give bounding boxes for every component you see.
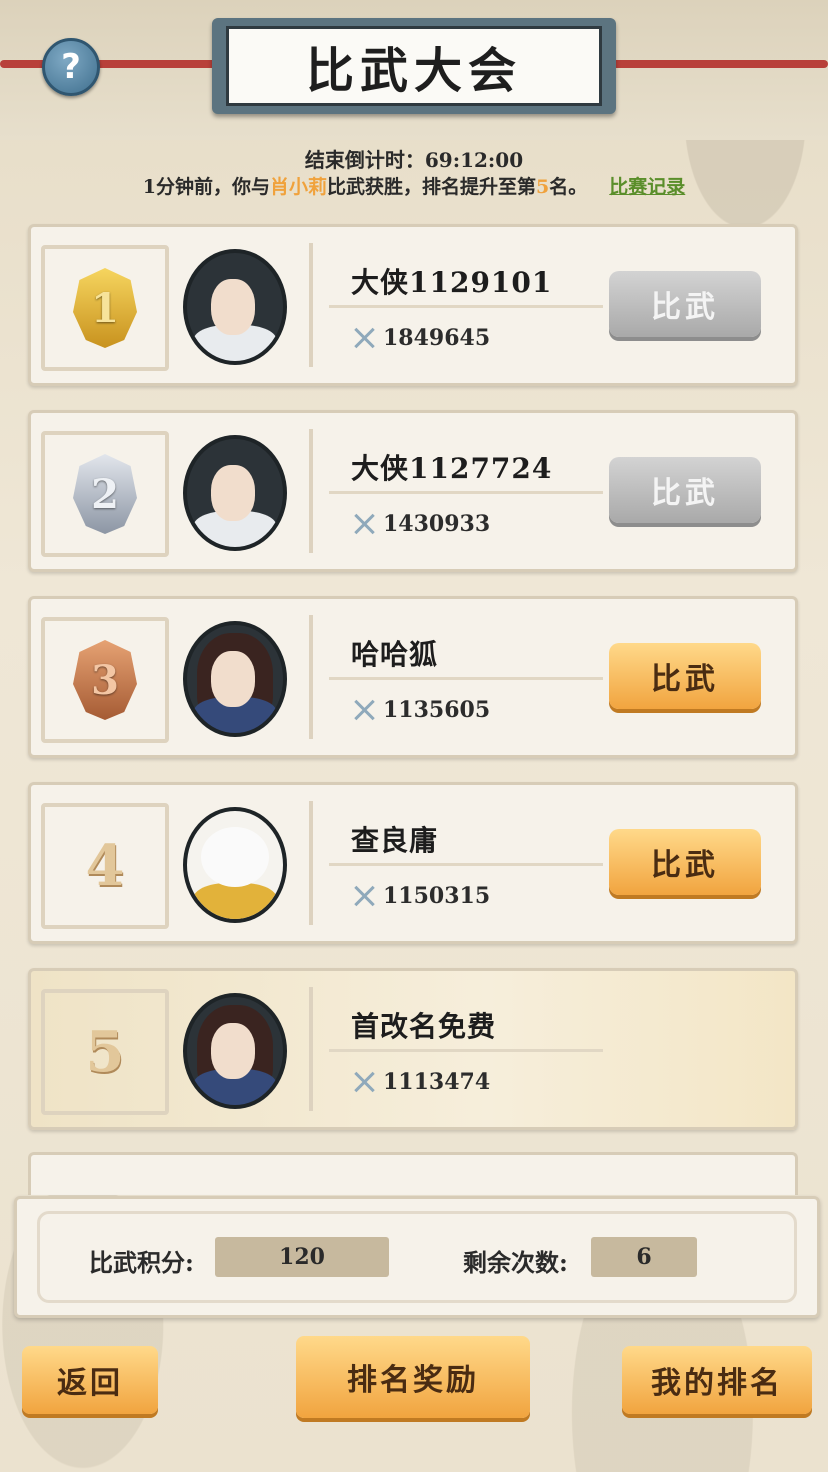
power-value: 1849645	[383, 325, 491, 351]
title-plaque: 比武大会	[212, 18, 616, 114]
back-button[interactable]: 返回	[22, 1346, 158, 1414]
ranking-card-4: 4 查良庸 1150315 比武	[28, 782, 798, 944]
rope-left	[0, 60, 230, 68]
ranking-card-3: 3 哈哈狐 1135605 比武	[28, 596, 798, 758]
avatar[interactable]	[183, 993, 287, 1109]
player-name: 查良庸	[351, 824, 439, 857]
power-value: 1135605	[383, 697, 491, 723]
rope-right	[590, 60, 828, 68]
page-title: 比武大会	[226, 26, 602, 106]
player-power: 1849645	[353, 325, 490, 351]
bronze-medal-icon: 3	[73, 640, 137, 720]
points-label: 比武积分:	[89, 1248, 194, 1277]
avatar[interactable]	[183, 621, 287, 737]
player-power: 1150315	[353, 883, 490, 909]
rank-number: 5	[85, 1019, 125, 1085]
power-value: 1113474	[383, 1069, 491, 1095]
power-value: 1150315	[383, 883, 491, 909]
fight-button[interactable]: 比武	[609, 643, 761, 709]
msg-prefix: 1分钟前，你与	[142, 176, 270, 198]
fight-button[interactable]: 比武	[609, 457, 761, 523]
rank-box: 4	[41, 803, 169, 929]
player-name: 首改名免费	[351, 1010, 497, 1043]
rank-number: 4	[85, 833, 125, 899]
crossed-swords-icon	[353, 513, 375, 535]
rank-box: 5	[41, 989, 169, 1115]
crossed-swords-icon	[353, 699, 375, 721]
countdown: 结束倒计时：69:12:00	[0, 144, 828, 173]
battle-message: 1分钟前，你与肖小莉比武获胜，排名提升至第5名。 比赛记录	[0, 172, 828, 199]
crossed-swords-icon	[353, 1071, 375, 1093]
avatar[interactable]	[183, 435, 287, 551]
msg-suffix: 名。	[549, 176, 588, 198]
player-power: 1135605	[353, 697, 490, 723]
crossed-swords-icon	[353, 885, 375, 907]
avatar[interactable]	[183, 807, 287, 923]
msg-middle: 比武获胜，排名提升至第	[326, 176, 536, 198]
msg-rank: 5	[536, 176, 550, 198]
silver-medal-icon: 2	[73, 454, 137, 534]
stats-panel: 比武积分: 120 剩余次数: 6	[14, 1196, 820, 1318]
rank-rewards-button[interactable]: 排名奖励	[296, 1336, 530, 1418]
ranking-card-self: 5 首改名免费 1113474	[28, 968, 798, 1130]
gold-medal-icon: 1	[73, 268, 137, 348]
rank-box: 3	[41, 617, 169, 743]
msg-opponent: 肖小莉	[269, 176, 327, 198]
my-rank-button[interactable]: 我的排名	[622, 1346, 812, 1414]
help-icon[interactable]: ?	[42, 38, 100, 96]
player-name: 大侠1129101	[351, 266, 553, 299]
avatar[interactable]	[183, 249, 287, 365]
player-power: 1430933	[353, 511, 490, 537]
rank-box: 2	[41, 431, 169, 557]
player-power: 1113474	[353, 1069, 490, 1095]
rank-box: 1	[41, 245, 169, 371]
remaining-value: 6	[591, 1237, 697, 1277]
crossed-swords-icon	[353, 327, 375, 349]
countdown-value: 69:12:00	[424, 148, 524, 172]
power-value: 1430933	[383, 511, 491, 537]
ranking-card-2: 2 大侠1127724 1430933 比武	[28, 410, 798, 572]
countdown-label: 结束倒计时：	[304, 148, 425, 172]
remaining-label: 剩余次数:	[463, 1248, 568, 1277]
player-name: 大侠1127724	[351, 452, 553, 485]
ranking-card-1: 1 大侠1129101 1849645 比武	[28, 224, 798, 386]
points-value: 120	[215, 1237, 389, 1277]
ranking-card-partial	[28, 1152, 798, 1195]
match-record-link[interactable]: 比赛记录	[609, 176, 685, 198]
player-name: 哈哈狐	[351, 638, 439, 671]
fight-button[interactable]: 比武	[609, 271, 761, 337]
player-info: 首改名免费 1113474	[309, 987, 783, 1111]
fight-button[interactable]: 比武	[609, 829, 761, 895]
